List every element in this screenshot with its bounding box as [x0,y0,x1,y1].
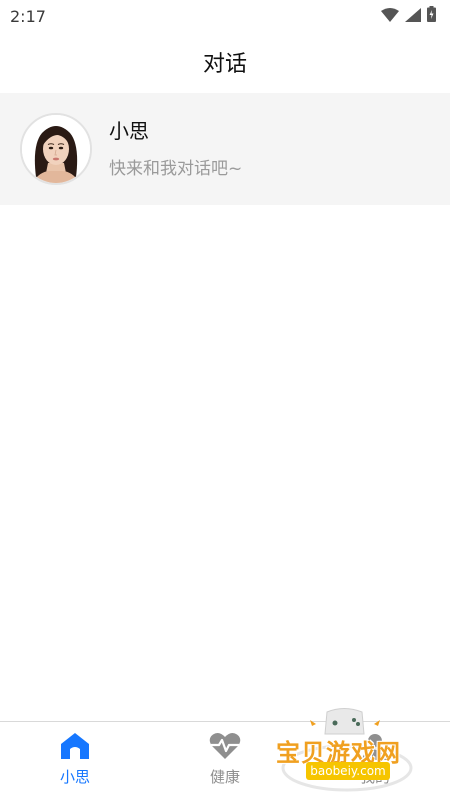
tab-label: 我的 [359,768,390,786]
heart-pulse-icon [209,730,241,762]
tab-xiaosi[interactable]: 小思 [0,722,150,787]
conversation-preview: 快来和我对话吧~ [109,159,243,179]
status-time: 2:17 [10,6,46,26]
page-title: 对话 [202,52,247,77]
profile-icon [359,730,391,762]
avatar-woman-image [22,115,90,183]
tab-label: 健康 [209,768,240,786]
wifi-icon [381,7,399,26]
avatar [20,113,92,185]
tab-health[interactable]: 健康 [150,722,300,787]
conversation-text: 小思 快来和我对话吧~ [109,118,242,180]
bottom-nav: 小思 健康 我的 [0,721,450,800]
screen: 2:17 对话 小思 快来和我对话吧~ 小思 健康 我的 宝贝游戏网 baobe… [0,0,450,800]
tab-profile[interactable]: 我的 [300,722,450,787]
home-icon [59,730,91,762]
status-icons [381,6,436,26]
app-header: 对话 [0,32,450,92]
battery-icon [427,6,436,26]
conversation-item[interactable]: 小思 快来和我对话吧~ [0,93,450,205]
conversation-name: 小思 [109,119,149,143]
signal-icon [405,7,421,26]
status-bar: 2:17 [0,0,450,32]
tab-label: 小思 [59,768,90,786]
